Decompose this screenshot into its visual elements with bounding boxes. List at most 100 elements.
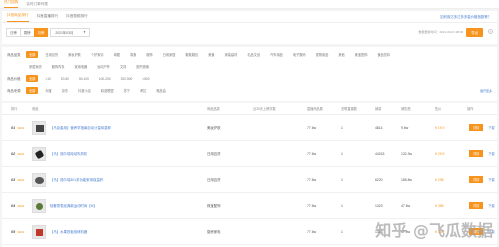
category-chip[interactable]: 文具 xyxy=(117,63,129,70)
source-chip[interactable]: 考拉 xyxy=(137,87,149,94)
category-chip[interactable]: 图书音像 xyxy=(133,63,152,70)
help-link[interactable]: 如何用达多达多多量价格指数等？ xyxy=(440,14,491,22)
header-sales[interactable]: 销量 xyxy=(375,106,401,111)
product-name[interactable]: 轻奢男表经典款运动时尚【M】 xyxy=(50,203,97,208)
rank-number: 01 xyxy=(11,125,16,130)
source-chip[interactable]: 京东 xyxy=(59,87,71,94)
seg-month[interactable]: 月榜 xyxy=(33,27,49,37)
sales: 44243 xyxy=(375,151,385,156)
download-link[interactable]: 下载 xyxy=(488,151,494,156)
header-rank[interactable]: 排行 xyxy=(2,106,32,111)
table-row[interactable]: 04 NEW 轻奢男表经典款运动时尚【M】 珠宝配饰 77.6w 1 1323 4… xyxy=(2,193,497,219)
date-picker[interactable]: 2021年03月 ▾ xyxy=(50,27,91,37)
price-chip[interactable]: 100-200 xyxy=(96,76,114,82)
tab-video[interactable]: 抖音视频排行 xyxy=(66,14,88,22)
category-chip[interactable]: 宠物用品 xyxy=(313,51,332,58)
product-thumbnail[interactable] xyxy=(32,120,46,135)
product-thumbnail[interactable] xyxy=(32,172,46,187)
header-price[interactable]: 售价 xyxy=(435,106,467,111)
product-category: 珠宝配饰 xyxy=(207,204,221,208)
download-link[interactable]: 下载 xyxy=(488,177,494,182)
header-live-count[interactable]: 关联直播数 xyxy=(341,106,375,111)
detail-button[interactable]: 详情 xyxy=(469,150,484,157)
table-row[interactable]: 01 NEW 【马克善用】营养学指南自动计量体重秤 美妆护肤 77.6w 1 48… xyxy=(2,115,497,141)
calendar-icon: ▾ xyxy=(83,29,86,34)
source-chip[interactable]: 唯品会 xyxy=(153,87,169,94)
category-chip[interactable]: 汽车用品 xyxy=(267,51,286,58)
category-chip[interactable]: 日用百货 xyxy=(42,51,61,58)
top-nav: 热门团购 实时订单列表 xyxy=(0,0,499,9)
category-chip[interactable]: 珠宝配饰 xyxy=(352,51,371,58)
category-chip[interactable]: 礼品文创 xyxy=(244,51,263,58)
detail-button[interactable]: 详情 xyxy=(469,124,484,131)
date-panel: 抖音商品排行 抖音直播排行 抖音视频排行 如何用达多达多多量价格指数等？ 日榜 … xyxy=(2,11,497,44)
product-name[interactable]: 【马】水果铁板烧烤机器 xyxy=(50,229,87,234)
download-link[interactable]: 下载 xyxy=(488,203,494,208)
category-chip[interactable]: 零食 xyxy=(127,51,139,58)
help-icon[interactable]: ? xyxy=(488,29,493,34)
category-chip[interactable]: 全部 xyxy=(26,51,39,58)
product-name[interactable]: 【马】德尔瑞301多功能家用保温杯 xyxy=(50,177,103,182)
source-filter: 商品来源 全部 淘宝 京东 抖音小店 精选联盟 苏宁 考拉 唯品会 展开更多 xyxy=(7,87,492,94)
category-chip[interactable]: 运动户外 xyxy=(94,63,113,70)
seg-day[interactable]: 日榜 xyxy=(6,27,21,37)
product-thumbnail[interactable] xyxy=(32,198,46,213)
live-count: 1 xyxy=(341,203,343,208)
update-time: 数据更新时间：2021-03-01 08:00 xyxy=(418,30,464,34)
product-thumbnail[interactable] xyxy=(32,146,46,161)
source-chip[interactable]: 抖音小店 xyxy=(75,87,94,94)
category-chip[interactable]: 服饰内衣 xyxy=(49,63,68,70)
category-chip[interactable]: 鞋靴箱包 xyxy=(183,51,202,58)
category-label: 商品品类 xyxy=(7,53,21,57)
amount: 185.8w xyxy=(401,177,412,182)
topnav-item-hot[interactable]: 热门团购 xyxy=(4,0,19,8)
sales: 1323 xyxy=(375,203,383,208)
price-chip[interactable]: >500 xyxy=(139,76,152,82)
source-chip[interactable]: 苏宁 xyxy=(121,87,133,94)
detail-button[interactable]: 详情 xyxy=(469,176,484,183)
category-chip[interactable]: 个护家清 xyxy=(88,51,107,58)
price-chip[interactable]: 200-500 xyxy=(118,76,136,82)
tab-live[interactable]: 抖音直播排行 xyxy=(37,14,59,22)
header-live-goods[interactable]: 直播商品数 xyxy=(307,106,341,111)
seg-week[interactable]: 周榜 xyxy=(19,27,35,37)
header-ops: 操作 xyxy=(467,107,474,111)
category-chip[interactable]: 家用电器 xyxy=(72,63,91,70)
category-chip[interactable]: 其他 xyxy=(335,51,347,58)
detail-button[interactable]: 详情 xyxy=(469,202,484,209)
header-amount[interactable]: 销售额 xyxy=(401,106,435,111)
product-name[interactable]: 【马克善用】营养学指南自动计量体重秤 xyxy=(50,125,111,130)
category-chip[interactable]: 家居家纺 xyxy=(26,63,45,70)
table-row[interactable]: 03 NEW 【马】德尔瑞301多功能家用保温杯 日用百货 77.6w 1 622… xyxy=(2,167,497,193)
category-chip[interactable]: 母婴 xyxy=(111,51,123,58)
export-button[interactable]: 导出 xyxy=(466,27,483,37)
topnav-item-orders[interactable]: 实时订单列表 xyxy=(26,2,48,7)
product-thumbnail[interactable] xyxy=(32,224,46,239)
header-times[interactable]: 近30天上榜次数 xyxy=(253,106,307,111)
source-chip[interactable]: 精选联盟 xyxy=(98,87,117,94)
more-link[interactable]: 展开更多 xyxy=(480,89,492,93)
price-chip[interactable]: <10 xyxy=(42,76,53,82)
table-row[interactable]: 02 NEW 【马】德尔瑞电动吹风机 日用百货 77.6w 1 44243 132… xyxy=(2,141,497,167)
product-category: 美妆护肤 xyxy=(207,126,221,130)
rank-number: 04 xyxy=(11,203,16,208)
tab-goods[interactable]: 抖音商品排行 xyxy=(7,13,29,22)
rank-number: 02 xyxy=(11,151,16,156)
price-filter: 商品价格 全部 <10 20-50 50-100 100-200 200-500… xyxy=(7,75,492,82)
category-chip[interactable]: 美妆护肤 xyxy=(65,51,84,58)
category-chip[interactable]: 服饰 xyxy=(143,51,155,58)
rank-tabs: 抖音商品排行 抖音直播排行 抖音视频排行 如何用达多达多多量价格指数等？ xyxy=(2,11,497,23)
category-chip[interactable]: 食品饮料 xyxy=(375,51,394,58)
source-chip[interactable]: 全部 xyxy=(26,87,39,94)
category-chip[interactable]: 美食 xyxy=(205,51,217,58)
download-link[interactable]: 下载 xyxy=(488,125,494,130)
amount: 9.6w xyxy=(401,125,409,130)
category-chip[interactable]: 家装建材 xyxy=(222,51,241,58)
product-name[interactable]: 【马】德尔瑞电动吹风机 xyxy=(50,151,87,156)
price-chip[interactable]: 50-100 xyxy=(76,76,92,82)
price-chip[interactable]: 全部 xyxy=(26,75,39,82)
source-chip[interactable]: 淘宝 xyxy=(42,87,54,94)
price-chip[interactable]: 20-50 xyxy=(58,76,72,82)
category-chip[interactable]: 日用家居 xyxy=(160,51,179,58)
category-chip[interactable]: 电子数码 xyxy=(290,51,309,58)
